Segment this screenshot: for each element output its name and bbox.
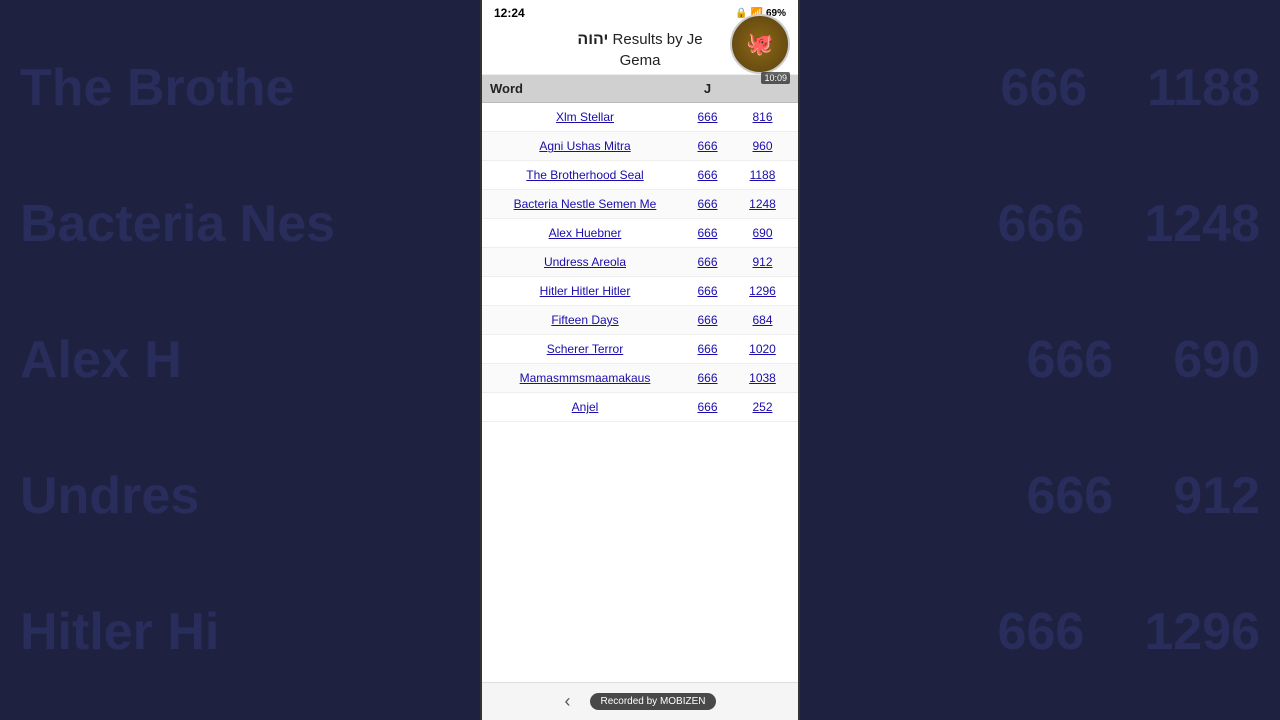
- bg-text-5: Hitler Hi: [20, 602, 219, 662]
- bg-num-4b: 912: [1173, 466, 1260, 526]
- hebrew-text: יהוה: [577, 31, 608, 48]
- bg-num-3b: 690: [1173, 330, 1260, 390]
- row-col3[interactable]: 1020: [735, 342, 790, 356]
- row-col3[interactable]: 690: [735, 226, 790, 240]
- row-word[interactable]: Undress Areola: [490, 255, 680, 269]
- bg-right-panel: 666 1188 666 1248 666 690 666 912 666 12…: [800, 0, 1280, 720]
- row-col2[interactable]: 666: [680, 197, 735, 211]
- app-header: יהוה Results by Je Gema 🐙 10:09: [482, 24, 798, 75]
- bg-num-3a: 666: [1026, 330, 1113, 390]
- phone-frame: 12:24 🔒 📶 69% יהוה Results by Je Gema 🐙 …: [480, 0, 800, 720]
- row-word[interactable]: The Brotherhood Seal: [490, 168, 680, 182]
- table-row[interactable]: Undress Areola 666 912: [482, 248, 798, 277]
- table-row[interactable]: Scherer Terror 666 1020: [482, 335, 798, 364]
- bg-left-panel: The Brothe Bacteria Nes Alex H Undres Hi…: [0, 0, 480, 720]
- row-word[interactable]: Xlm Stellar: [490, 110, 680, 124]
- bg-num-4a: 666: [1026, 466, 1113, 526]
- row-col2[interactable]: 666: [680, 226, 735, 240]
- bg-text-2: Bacteria Nes: [20, 194, 335, 254]
- bottom-bar: ‹ Recorded by MOBIZEN: [482, 682, 798, 720]
- row-col2[interactable]: 666: [680, 110, 735, 124]
- table-row[interactable]: Bacteria Nestle Semen Me 666 1248: [482, 190, 798, 219]
- avatar: 🐙: [730, 14, 790, 74]
- back-arrow[interactable]: ‹: [564, 691, 570, 712]
- recorded-badge: Recorded by MOBIZEN: [590, 693, 715, 710]
- row-col2[interactable]: 666: [680, 342, 735, 356]
- table-row[interactable]: Xlm Stellar 666 816: [482, 103, 798, 132]
- row-col3[interactable]: 816: [735, 110, 790, 124]
- row-col3[interactable]: 1038: [735, 371, 790, 385]
- bg-num-5a: 666: [998, 602, 1085, 662]
- outer-container: The Brothe Bacteria Nes Alex H Undres Hi…: [0, 0, 1280, 720]
- col-word-header: Word: [490, 81, 680, 96]
- avatar-time: 10:09: [761, 72, 790, 84]
- row-col3[interactable]: 1248: [735, 197, 790, 211]
- row-col2[interactable]: 666: [680, 400, 735, 414]
- bg-num-1a: 666: [1000, 58, 1087, 118]
- row-word[interactable]: Mamasmmsmaamakaus: [490, 371, 680, 385]
- status-time: 12:24: [494, 6, 525, 20]
- bg-num-2a: 666: [998, 194, 1085, 254]
- bg-text-1: The Brothe: [20, 58, 294, 118]
- row-col2[interactable]: 666: [680, 255, 735, 269]
- row-col3[interactable]: 912: [735, 255, 790, 269]
- bg-num-2b: 1248: [1144, 194, 1260, 254]
- row-word[interactable]: Anjel: [490, 400, 680, 414]
- row-word[interactable]: Agni Ushas Mitra: [490, 139, 680, 153]
- title-text: Results by Je: [613, 31, 703, 48]
- table-row[interactable]: Fifteen Days 666 684: [482, 306, 798, 335]
- row-col3[interactable]: 1296: [735, 284, 790, 298]
- row-col3[interactable]: 252: [735, 400, 790, 414]
- row-word[interactable]: Alex Huebner: [490, 226, 680, 240]
- table-row[interactable]: Agni Ushas Mitra 666 960: [482, 132, 798, 161]
- row-col2[interactable]: 666: [680, 371, 735, 385]
- row-word[interactable]: Hitler Hitler Hitler: [490, 284, 680, 298]
- bg-num-5b: 1296: [1144, 602, 1260, 662]
- bg-num-1b: 1188: [1147, 58, 1260, 118]
- octopus-icon: 🐙: [746, 31, 773, 57]
- row-col3[interactable]: 1188: [735, 168, 790, 182]
- col-j-header: J: [680, 81, 735, 96]
- row-word[interactable]: Scherer Terror: [490, 342, 680, 356]
- row-col2[interactable]: 666: [680, 168, 735, 182]
- row-word[interactable]: Fifteen Days: [490, 313, 680, 327]
- row-col2[interactable]: 666: [680, 284, 735, 298]
- table-row[interactable]: Hitler Hitler Hitler 666 1296: [482, 277, 798, 306]
- row-col3[interactable]: 684: [735, 313, 790, 327]
- table-row[interactable]: The Brotherhood Seal 666 1188: [482, 161, 798, 190]
- row-col3[interactable]: 960: [735, 139, 790, 153]
- table-header: Word J: [482, 75, 798, 103]
- table-row[interactable]: Anjel 666 252: [482, 393, 798, 422]
- row-col2[interactable]: 666: [680, 313, 735, 327]
- bg-text-3: Alex H: [20, 330, 182, 390]
- table-row[interactable]: Mamasmmsmaamakaus 666 1038: [482, 364, 798, 393]
- bg-text-4: Undres: [20, 466, 199, 526]
- table-row[interactable]: Alex Huebner 666 690: [482, 219, 798, 248]
- row-col2[interactable]: 666: [680, 139, 735, 153]
- row-word[interactable]: Bacteria Nestle Semen Me: [490, 197, 680, 211]
- table-body[interactable]: Xlm Stellar 666 816 Agni Ushas Mitra 666…: [482, 103, 798, 682]
